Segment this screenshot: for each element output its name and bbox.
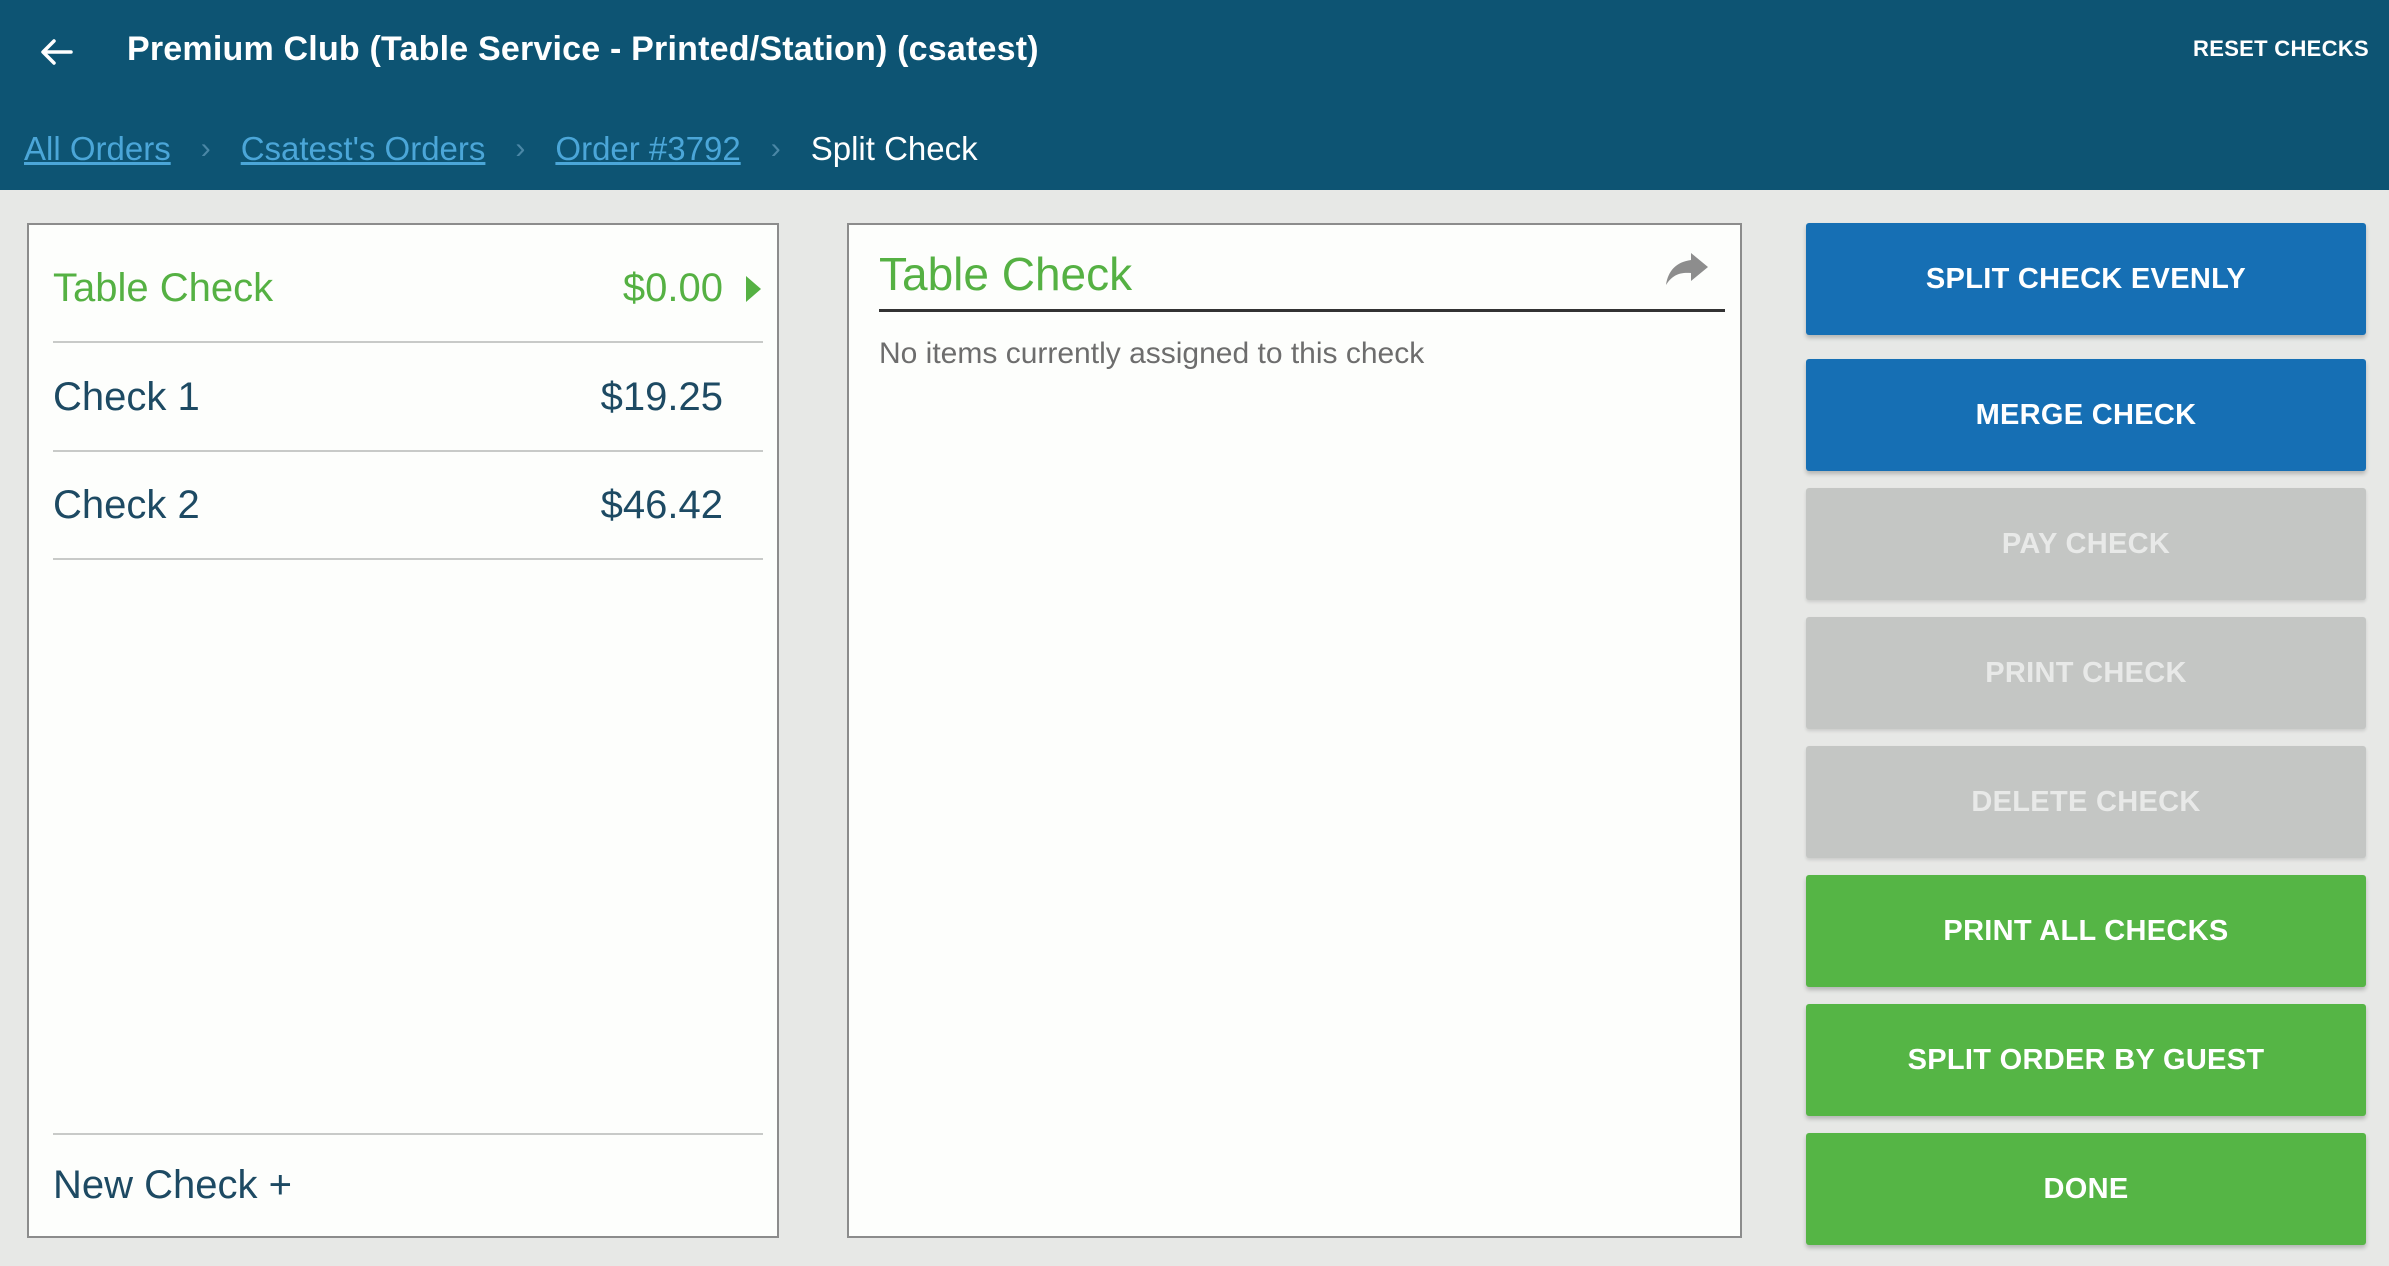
check-name: Check 2	[53, 483, 200, 527]
checks-list-panel: Table Check $0.00 Check 1 $19.25 Check 2…	[27, 223, 779, 1238]
split-check-evenly-button[interactable]: SPLIT CHECK EVENLY	[1806, 223, 2366, 335]
caret-right-icon	[746, 275, 761, 302]
breadcrumb-all-orders[interactable]: All Orders	[24, 130, 171, 168]
pay-check-button[interactable]: PAY CHECK	[1806, 488, 2366, 600]
divider	[879, 309, 1725, 312]
check-amount: $0.00	[622, 266, 723, 310]
check-detail-panel: Table Check No items currently assigned …	[847, 223, 1742, 1238]
check-amount: $19.25	[600, 375, 723, 419]
check-name: Check 1	[53, 375, 200, 419]
share-forward-icon[interactable]	[1662, 247, 1712, 293]
chevron-right-icon: ›	[200, 132, 211, 165]
divider	[53, 1133, 763, 1135]
check-name: Table Check	[53, 266, 274, 310]
breadcrumb-current: Split Check	[810, 130, 978, 167]
check-row-check-1[interactable]: Check 1 $19.25	[53, 345, 763, 452]
chevron-right-icon: ›	[770, 132, 781, 165]
delete-check-button[interactable]: DELETE CHECK	[1806, 746, 2366, 858]
merge-check-button[interactable]: MERGE CHECK	[1806, 359, 2366, 471]
page-title: Premium Club (Table Service - Printed/St…	[127, 30, 1039, 68]
new-check-button[interactable]: New Check +	[53, 1155, 292, 1215]
breadcrumb: All Orders › Csatest's Orders › Order #3…	[24, 127, 978, 171]
check-row-table-check[interactable]: Table Check $0.00	[53, 236, 763, 343]
print-check-button[interactable]: PRINT CHECK	[1806, 617, 2366, 729]
breadcrumb-user-orders[interactable]: Csatest's Orders	[241, 130, 486, 168]
check-row-check-2[interactable]: Check 2 $46.42	[53, 453, 763, 560]
print-all-checks-button[interactable]: PRINT ALL CHECKS	[1806, 875, 2366, 987]
split-order-by-guest-button[interactable]: SPLIT ORDER BY GUEST	[1806, 1004, 2366, 1116]
check-detail-title: Table Check	[879, 248, 1133, 300]
check-amount: $46.42	[600, 483, 723, 527]
breadcrumb-order[interactable]: Order #3792	[555, 130, 740, 168]
chevron-right-icon: ›	[515, 132, 526, 165]
empty-state-message: No items currently assigned to this chec…	[879, 337, 1425, 370]
app-header: Premium Club (Table Service - Printed/St…	[0, 0, 2389, 190]
back-arrow-icon[interactable]	[30, 22, 82, 82]
done-button[interactable]: DONE	[1806, 1133, 2366, 1245]
reset-checks-button[interactable]: RESET CHECKS	[2193, 36, 2369, 62]
